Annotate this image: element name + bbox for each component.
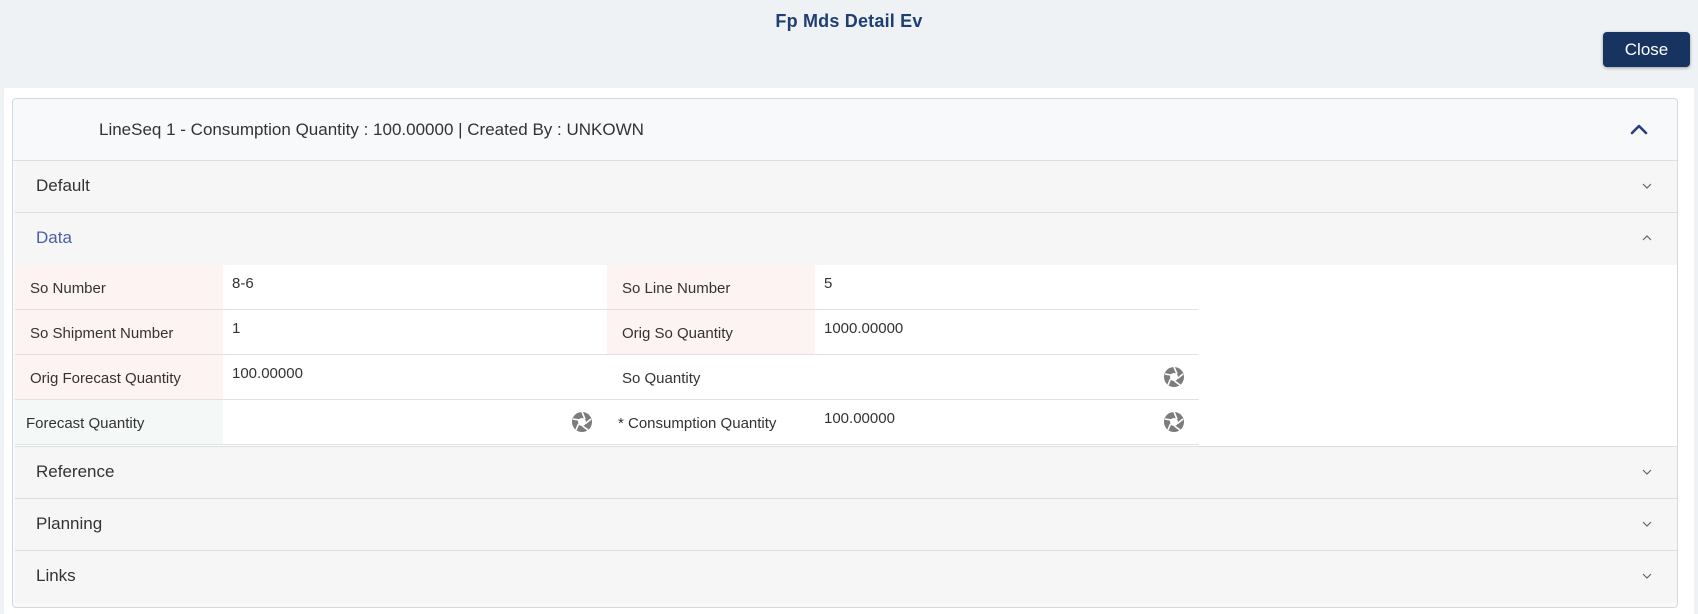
close-button[interactable]: Close bbox=[1603, 32, 1690, 67]
content-area: LineSeq 1 - Consumption Quantity : 100.0… bbox=[4, 88, 1694, 614]
forecast-quantity-field[interactable] bbox=[223, 400, 607, 445]
section-reference-label: Reference bbox=[36, 462, 115, 481]
section-data[interactable]: Data bbox=[15, 213, 1677, 265]
consumption-quantity-label: * Consumption Quantity bbox=[607, 400, 815, 445]
aperture-icon[interactable] bbox=[1163, 411, 1185, 433]
section-default[interactable]: Default bbox=[15, 161, 1677, 213]
aperture-icon[interactable] bbox=[1163, 366, 1185, 388]
section-default-label: Default bbox=[36, 176, 90, 195]
data-section-body: So Number 8-6 So Line Number 5 So Shipme… bbox=[15, 265, 1677, 447]
consumption-quantity-field[interactable]: 100.00000 bbox=[815, 400, 1199, 445]
orig-so-quantity-value[interactable]: 1000.00000 bbox=[815, 310, 1199, 355]
chevron-up-icon[interactable] bbox=[1627, 117, 1651, 141]
so-quantity-field[interactable] bbox=[815, 355, 1199, 400]
top-bar: Fp Mds Detail Ev Close bbox=[0, 0, 1698, 88]
section-links-label: Links bbox=[36, 566, 76, 585]
page-title: Fp Mds Detail Ev bbox=[775, 11, 923, 31]
section-data-label: Data bbox=[36, 228, 72, 247]
line-card: LineSeq 1 - Consumption Quantity : 100.0… bbox=[12, 98, 1678, 608]
consumption-quantity-value: 100.00000 bbox=[824, 410, 895, 427]
card-summary: LineSeq 1 - Consumption Quantity : 100.0… bbox=[99, 120, 644, 139]
chevron-down-icon[interactable] bbox=[1639, 464, 1655, 480]
so-line-number-value[interactable]: 5 bbox=[815, 265, 1199, 310]
aperture-icon[interactable] bbox=[571, 411, 593, 433]
so-quantity-label: So Quantity bbox=[607, 355, 815, 400]
orig-so-quantity-label: Orig So Quantity bbox=[607, 310, 815, 355]
chevron-down-icon[interactable] bbox=[1639, 178, 1655, 194]
orig-forecast-quantity-label: Orig Forecast Quantity bbox=[15, 355, 223, 400]
section-planning[interactable]: Planning bbox=[15, 499, 1677, 551]
section-reference[interactable]: Reference bbox=[15, 447, 1677, 499]
chevron-down-icon[interactable] bbox=[1639, 568, 1655, 584]
so-line-number-label: So Line Number bbox=[607, 265, 815, 310]
chevron-up-icon[interactable] bbox=[1639, 230, 1655, 246]
forecast-quantity-label: Forecast Quantity bbox=[15, 400, 223, 445]
so-number-label: So Number bbox=[15, 265, 223, 310]
so-shipment-number-label: So Shipment Number bbox=[15, 310, 223, 355]
section-planning-label: Planning bbox=[36, 514, 103, 533]
orig-forecast-quantity-value[interactable]: 100.00000 bbox=[223, 355, 607, 400]
section-links[interactable]: Links bbox=[15, 551, 1677, 603]
so-number-value[interactable]: 8-6 bbox=[223, 265, 607, 310]
card-header[interactable]: LineSeq 1 - Consumption Quantity : 100.0… bbox=[13, 99, 1677, 161]
chevron-down-icon[interactable] bbox=[1639, 516, 1655, 532]
so-shipment-number-value[interactable]: 1 bbox=[223, 310, 607, 355]
